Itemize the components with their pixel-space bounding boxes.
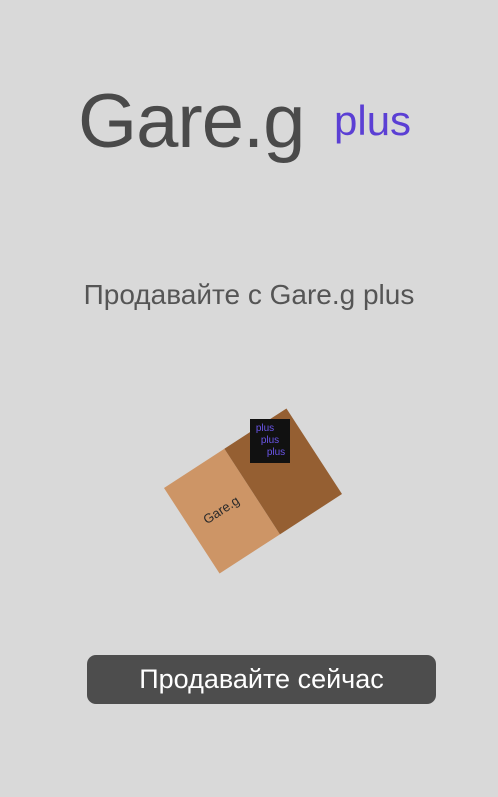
sell-now-button[interactable]: Продавайте сейчас <box>87 655 436 704</box>
tagline: Продавайте с Gare.g plus <box>83 279 415 310</box>
app-logo: Gare.g plus <box>78 84 411 160</box>
box-tag-line: plus <box>256 423 274 434</box>
box-tag-line: plus <box>261 435 279 446</box>
box-illustration: Gare.g plus plus plus <box>164 408 342 574</box>
logo-plus-superscript: plus <box>334 97 412 144</box>
box-tag-line: plus <box>267 447 285 458</box>
logo-wordmark: Gare.g <box>78 79 305 164</box>
